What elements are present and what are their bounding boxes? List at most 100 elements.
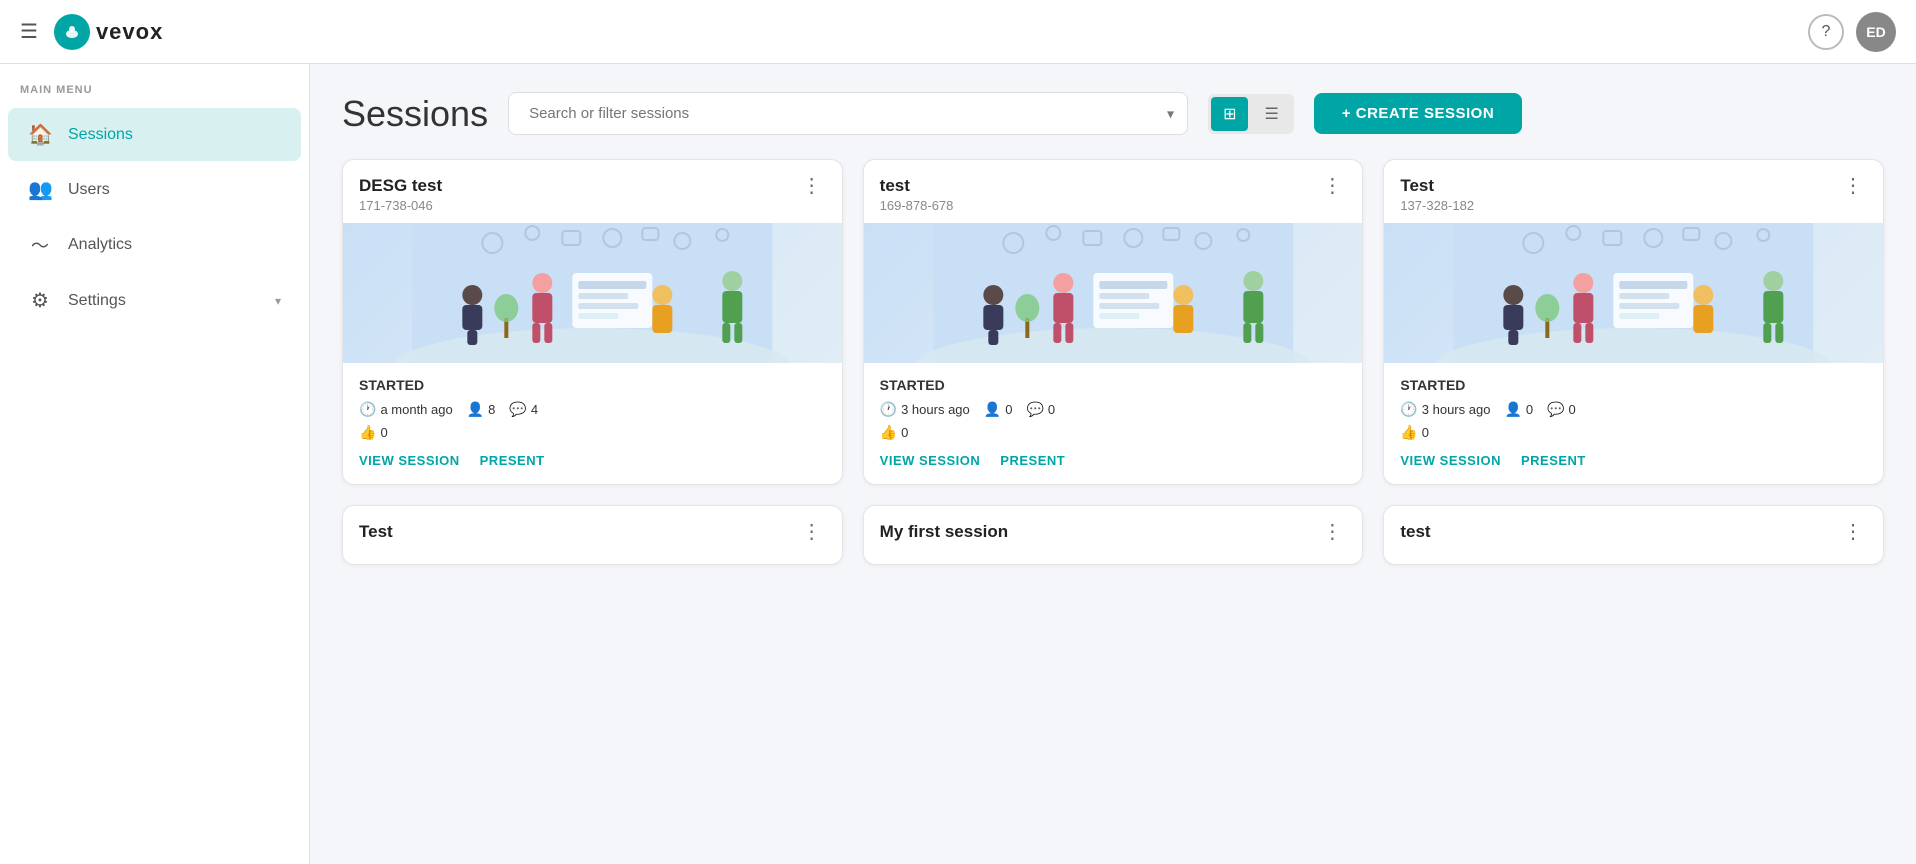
- list-view-button[interactable]: ☰: [1252, 97, 1290, 131]
- clock-icon: 🕐: [1400, 401, 1417, 418]
- participants-meta: 👤 8: [467, 401, 496, 418]
- dropdown-arrow-icon: ▾: [1167, 105, 1174, 122]
- hamburger-icon[interactable]: ☰: [20, 19, 38, 44]
- card-title-block: test: [1400, 522, 1430, 542]
- card-title-block: Test 137-328-182: [1400, 176, 1474, 213]
- participants-value: 0: [1005, 402, 1012, 417]
- users-icon: 👥: [28, 177, 52, 202]
- card-menu-icon[interactable]: ⋮: [1318, 176, 1346, 196]
- topbar: ☰ vevox ? ED: [0, 0, 1916, 64]
- layout: MAIN MENU 🏠 Sessions 👥 Users 〜 Analytics…: [0, 0, 1916, 864]
- topbar-right: ? ED: [1808, 12, 1896, 52]
- sidebar-item-analytics[interactable]: 〜 Analytics: [8, 218, 301, 272]
- time-value: 3 hours ago: [901, 402, 970, 417]
- card-header: DESG test 171-738-046 ⋮: [343, 160, 842, 223]
- settings-icon: ⚙: [28, 288, 52, 313]
- card-title: Test: [359, 522, 393, 542]
- card-menu-icon[interactable]: ⋮: [1839, 176, 1867, 196]
- participants-meta: 👤 0: [984, 401, 1013, 418]
- help-button[interactable]: ?: [1808, 14, 1844, 50]
- list-icon: ☰: [1264, 106, 1278, 123]
- sidebar-item-settings[interactable]: ⚙ Settings ▾: [8, 274, 301, 327]
- messages-value: 0: [1048, 402, 1055, 417]
- sessions-grid: DESG test 171-738-046 ⋮: [342, 159, 1884, 485]
- sidebar-item-sessions[interactable]: 🏠 Sessions: [8, 108, 301, 161]
- sidebar: MAIN MENU 🏠 Sessions 👥 Users 〜 Analytics…: [0, 64, 310, 864]
- card-header: test 169-878-678 ⋮: [864, 160, 1363, 223]
- present-button[interactable]: PRESENT: [1000, 453, 1065, 468]
- logo: vevox: [54, 14, 163, 50]
- time-meta: 🕐 3 hours ago: [880, 401, 970, 418]
- main-content: Sessions ▾ ⊞ ☰ + CREATE SESSION: [310, 64, 1916, 864]
- card-code: 171-738-046: [359, 198, 442, 213]
- sidebar-label-users: Users: [68, 181, 281, 199]
- clock-icon: 🕐: [359, 401, 376, 418]
- card-title-block: My first session: [880, 522, 1009, 542]
- view-session-button[interactable]: VIEW SESSION: [880, 453, 981, 468]
- session-card: test 169-878-678 ⋮: [863, 159, 1364, 485]
- card-code: 137-328-182: [1400, 198, 1474, 213]
- avatar[interactable]: ED: [1856, 12, 1896, 52]
- view-session-button[interactable]: VIEW SESSION: [359, 453, 460, 468]
- time-value: 3 hours ago: [1422, 402, 1491, 417]
- card-title: test: [880, 176, 954, 196]
- card-meta: 🕐 3 hours ago 👤 0 💬 0: [880, 401, 1347, 418]
- card-title: My first session: [880, 522, 1009, 542]
- time-meta: 🕐 3 hours ago: [1400, 401, 1490, 418]
- session-card-partial: test ⋮: [1383, 505, 1884, 565]
- chat-icon: 💬: [1547, 401, 1564, 418]
- card-title-block: test 169-878-678: [880, 176, 954, 213]
- card-status: STARTED: [359, 377, 826, 393]
- card-menu-icon[interactable]: ⋮: [798, 522, 826, 542]
- card-actions: VIEW SESSION PRESENT: [359, 453, 826, 468]
- card-menu-icon[interactable]: ⋮: [1318, 522, 1346, 542]
- logo-icon: [54, 14, 90, 50]
- card-title-block: DESG test 171-738-046: [359, 176, 442, 213]
- card-header: My first session ⋮: [864, 506, 1363, 552]
- view-controls: ⊞ ☰: [1208, 94, 1294, 134]
- view-session-button[interactable]: VIEW SESSION: [1400, 453, 1501, 468]
- analytics-icon: 〜: [28, 232, 52, 258]
- thumbsup-icon: 👍: [880, 424, 897, 441]
- home-icon: 🏠: [28, 122, 52, 147]
- page-header: Sessions ▾ ⊞ ☰ + CREATE SESSION: [342, 92, 1884, 135]
- session-card: Test 137-328-182 ⋮: [1383, 159, 1884, 485]
- messages-meta: 💬 4: [509, 401, 538, 418]
- chat-icon: 💬: [509, 401, 526, 418]
- card-image: [864, 223, 1363, 363]
- session-card-partial: Test ⋮: [342, 505, 843, 565]
- session-card: DESG test 171-738-046 ⋮: [342, 159, 843, 485]
- card-meta-likes: 👍 0: [359, 424, 826, 441]
- sidebar-label-analytics: Analytics: [68, 236, 281, 254]
- search-input[interactable]: [508, 92, 1188, 135]
- clock-icon: 🕐: [880, 401, 897, 418]
- card-menu-icon[interactable]: ⋮: [1839, 522, 1867, 542]
- question-icon: ?: [1822, 23, 1831, 41]
- thumbsup-icon: 👍: [359, 424, 376, 441]
- card-title: DESG test: [359, 176, 442, 196]
- likes-value: 0: [901, 425, 908, 440]
- person-icon: 👤: [1504, 401, 1521, 418]
- card-header: test ⋮: [1384, 506, 1883, 552]
- card-meta-likes: 👍 0: [880, 424, 1347, 441]
- thumbsup-icon: 👍: [1400, 424, 1417, 441]
- sidebar-item-users[interactable]: 👥 Users: [8, 163, 301, 216]
- card-menu-icon[interactable]: ⋮: [798, 176, 826, 196]
- card-title: Test: [1400, 176, 1474, 196]
- messages-meta: 💬 0: [1547, 401, 1576, 418]
- participants-meta: 👤 0: [1504, 401, 1533, 418]
- card-actions: VIEW SESSION PRESENT: [880, 453, 1347, 468]
- card-header: Test ⋮: [343, 506, 842, 552]
- grid-view-button[interactable]: ⊞: [1211, 97, 1248, 131]
- search-bar: ▾: [508, 92, 1188, 135]
- messages-meta: 💬 0: [1026, 401, 1055, 418]
- grid-icon: ⊞: [1223, 106, 1236, 123]
- participants-value: 8: [488, 402, 495, 417]
- messages-value: 4: [531, 402, 538, 417]
- card-title-block: Test: [359, 522, 393, 542]
- sidebar-label-settings: Settings: [68, 292, 259, 310]
- create-session-button[interactable]: + CREATE SESSION: [1314, 93, 1522, 134]
- messages-value: 0: [1569, 402, 1576, 417]
- present-button[interactable]: PRESENT: [1521, 453, 1586, 468]
- present-button[interactable]: PRESENT: [480, 453, 545, 468]
